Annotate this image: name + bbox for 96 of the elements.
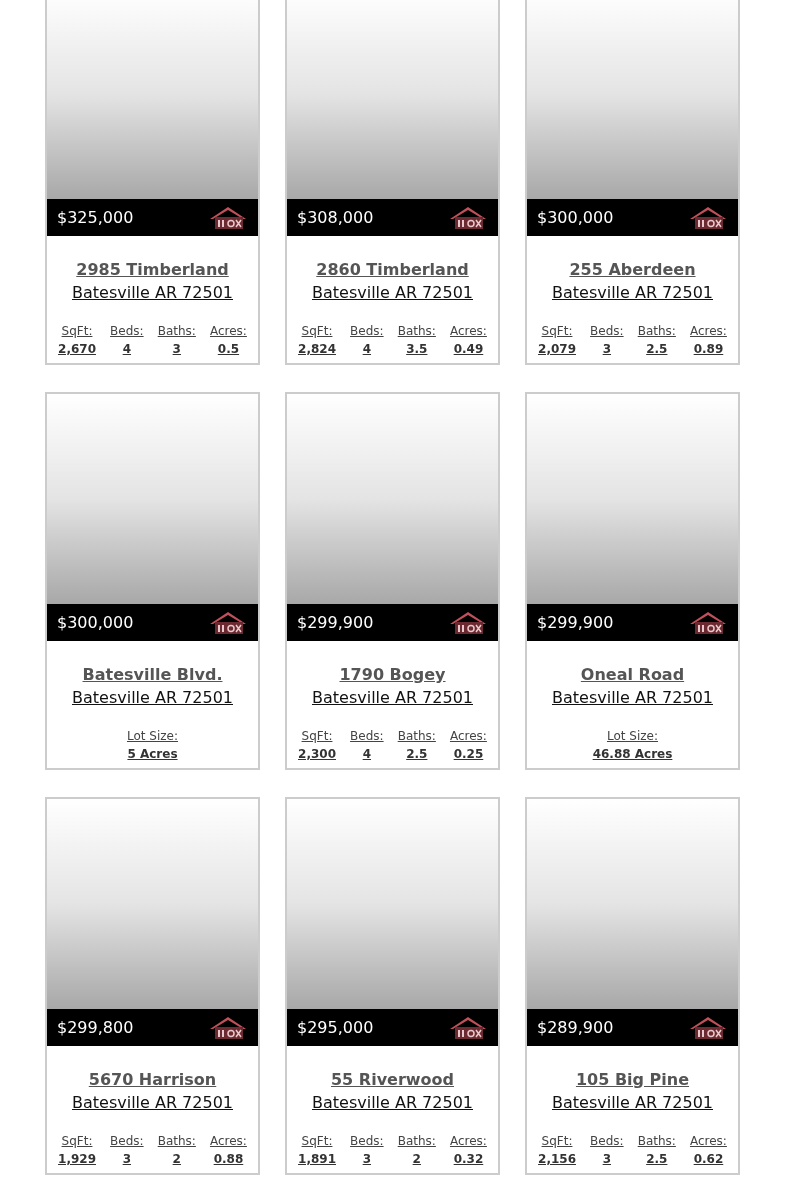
stat-label: Lot Size: bbox=[607, 728, 658, 745]
stat-label: Acres: bbox=[209, 323, 247, 340]
stat-label: SqFt: bbox=[541, 323, 573, 340]
house-logo-icon bbox=[208, 609, 248, 636]
stat-value: 2.5 bbox=[406, 746, 428, 763]
stat-label: Beds: bbox=[350, 323, 384, 340]
stat-label: SqFt: bbox=[301, 728, 333, 745]
price: $295,000 bbox=[297, 1016, 374, 1039]
city-link[interactable]: Batesville AR 72501 bbox=[72, 686, 233, 709]
stat-value: 0.89 bbox=[693, 341, 724, 358]
city-link[interactable]: Batesville AR 72501 bbox=[72, 1091, 233, 1114]
city-link[interactable]: Batesville AR 72501 bbox=[552, 686, 713, 709]
stat-label: SqFt: bbox=[61, 323, 93, 340]
stat-value: 0.88 bbox=[213, 1151, 244, 1168]
stat-value: 0.62 bbox=[693, 1151, 724, 1168]
stat-label: Baths: bbox=[157, 1133, 196, 1150]
stat-value: 46.88 Acres bbox=[592, 746, 673, 763]
address-link[interactable]: Batesville Blvd. bbox=[82, 663, 223, 686]
stat-label: Acres: bbox=[689, 323, 727, 340]
stat-value: 2.5 bbox=[646, 1151, 668, 1168]
city-link[interactable]: Batesville AR 72501 bbox=[552, 281, 713, 304]
stat-label: Acres: bbox=[449, 728, 487, 745]
stat-label: Beds: bbox=[110, 323, 144, 340]
stat-label: Acres: bbox=[209, 1133, 247, 1150]
stat-value: 3 bbox=[172, 341, 181, 358]
stat-label: Baths: bbox=[397, 1133, 436, 1150]
price: $289,900 bbox=[537, 1016, 614, 1039]
stat-label: Beds: bbox=[590, 1133, 624, 1150]
stat-value: 2,300 bbox=[298, 746, 336, 763]
stat-value: 2,079 bbox=[538, 341, 576, 358]
house-logo-icon bbox=[448, 609, 488, 636]
address-link[interactable]: 5670 Harrison bbox=[88, 1068, 217, 1091]
stat-label: Baths: bbox=[637, 323, 676, 340]
address-link[interactable]: 105 Big Pine bbox=[575, 1068, 690, 1091]
stat-value: 3.5 bbox=[406, 341, 428, 358]
stat-value: 0.32 bbox=[453, 1151, 484, 1168]
stat-label: Baths: bbox=[637, 1133, 676, 1150]
city-link[interactable]: Batesville AR 72501 bbox=[552, 1091, 713, 1114]
stat-label: Baths: bbox=[157, 323, 196, 340]
city-link[interactable]: Batesville AR 72501 bbox=[312, 686, 473, 709]
stat-value: 0.25 bbox=[453, 746, 484, 763]
price: $299,900 bbox=[537, 611, 614, 634]
stat-label: Baths: bbox=[397, 728, 436, 745]
stat-label: Beds: bbox=[590, 323, 624, 340]
address-link[interactable]: 55 Riverwood bbox=[331, 1068, 454, 1091]
stat-label: Acres: bbox=[689, 1133, 727, 1150]
address-link[interactable]: 1790 Bogey bbox=[339, 663, 446, 686]
address-link[interactable]: Oneal Road bbox=[580, 663, 685, 686]
stat-label: Acres: bbox=[449, 1133, 487, 1150]
stat-value: 3 bbox=[602, 1151, 611, 1168]
price: $299,800 bbox=[57, 1016, 134, 1039]
stat-value: 3 bbox=[362, 1151, 371, 1168]
stat-value: 2.5 bbox=[646, 341, 668, 358]
stat-label: Beds: bbox=[350, 1133, 384, 1150]
stat-label: Beds: bbox=[350, 728, 384, 745]
city-link[interactable]: Batesville AR 72501 bbox=[312, 281, 473, 304]
stat-value: 4 bbox=[362, 341, 371, 358]
price: $325,000 bbox=[57, 206, 134, 229]
house-logo-icon bbox=[688, 1014, 728, 1041]
house-logo-icon bbox=[688, 609, 728, 636]
stat-label: SqFt: bbox=[541, 1133, 573, 1150]
stat-label: Lot Size: bbox=[127, 728, 178, 745]
stat-value: 2,156 bbox=[538, 1151, 576, 1168]
stat-value: 1,891 bbox=[298, 1151, 336, 1168]
address-link[interactable]: 2985 Timberland bbox=[76, 258, 229, 281]
stat-value: 2 bbox=[412, 1151, 421, 1168]
stat-label: Baths: bbox=[397, 323, 436, 340]
stat-value: 3 bbox=[122, 1151, 131, 1168]
price: $308,000 bbox=[297, 206, 374, 229]
stat-value: 2,670 bbox=[58, 341, 96, 358]
city-link[interactable]: Batesville AR 72501 bbox=[72, 281, 233, 304]
house-logo-icon bbox=[688, 204, 728, 231]
stat-value: 5 Acres bbox=[127, 746, 178, 763]
city-link[interactable]: Batesville AR 72501 bbox=[312, 1091, 473, 1114]
house-logo-icon bbox=[448, 1014, 488, 1041]
stat-label: Acres: bbox=[449, 323, 487, 340]
stat-label: SqFt: bbox=[61, 1133, 93, 1150]
stat-label: Beds: bbox=[110, 1133, 144, 1150]
stat-value: 4 bbox=[362, 746, 371, 763]
stat-label: SqFt: bbox=[301, 1133, 333, 1150]
stat-value: 4 bbox=[122, 341, 131, 358]
price: $299,900 bbox=[297, 611, 374, 634]
address-link[interactable]: 255 Aberdeen bbox=[569, 258, 696, 281]
house-logo-icon bbox=[448, 204, 488, 231]
house-logo-icon bbox=[208, 1014, 248, 1041]
stat-value: 1,929 bbox=[58, 1151, 96, 1168]
price: $300,000 bbox=[57, 611, 134, 634]
stat-label: SqFt: bbox=[301, 323, 333, 340]
stat-value: 0.49 bbox=[453, 341, 484, 358]
stat-value: 2,824 bbox=[298, 341, 336, 358]
price: $300,000 bbox=[537, 206, 614, 229]
stat-value: 2 bbox=[172, 1151, 181, 1168]
stat-value: 3 bbox=[602, 341, 611, 358]
house-logo-icon bbox=[208, 204, 248, 231]
address-link[interactable]: 2860 Timberland bbox=[316, 258, 469, 281]
stat-value: 0.5 bbox=[217, 341, 240, 358]
